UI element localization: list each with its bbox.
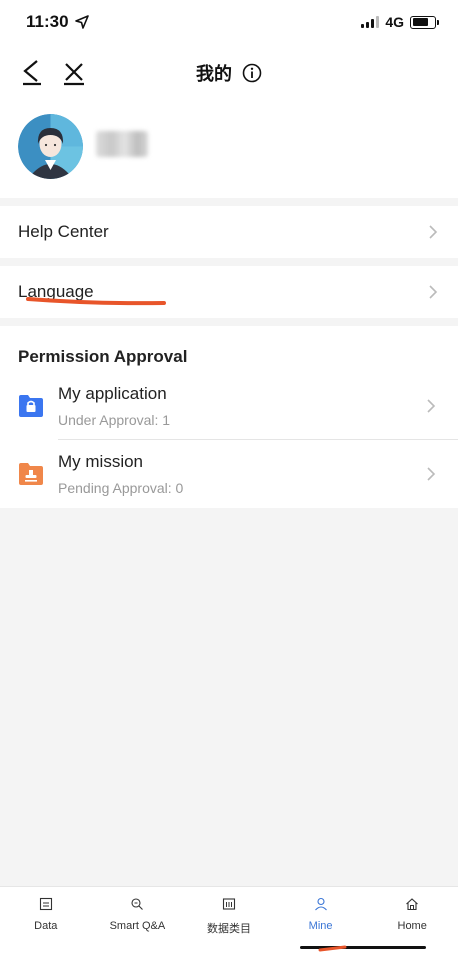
tab-label: Data [34, 920, 58, 932]
tab-bar: Data Smart Q&A 数据类目 Mine Home [0, 886, 458, 953]
under-approval-status: Under Approval: 1 [58, 412, 171, 428]
battery-icon [410, 15, 439, 29]
my-mission-label: My mission [58, 452, 144, 471]
tab-smart-qa[interactable]: Smart Q&A [92, 887, 184, 953]
nav-bar: 我的 [0, 44, 458, 100]
my-application-label: My application [58, 384, 167, 403]
my-application-item[interactable]: My application Under Approval: 1 [0, 376, 458, 440]
lock-folder-icon [19, 395, 43, 417]
nav-title-group: 我的 [0, 60, 458, 86]
smart-qa-icon [131, 898, 144, 910]
chevron-right-icon [427, 399, 436, 413]
category-icon [222, 898, 236, 910]
divider [58, 439, 458, 440]
language-item[interactable]: Language [0, 266, 458, 318]
network-type: 4G [385, 14, 404, 30]
help-center-item[interactable]: Help Center [0, 206, 458, 258]
user-icon [314, 897, 327, 911]
tab-data[interactable]: Data [0, 887, 92, 953]
section-title: Permission Approval [18, 347, 188, 366]
pending-approval-status: Pending Approval: 0 [58, 480, 184, 496]
home-icon [406, 898, 419, 911]
chevron-right-icon [427, 467, 436, 481]
status-bar: 11:30 4G [0, 0, 458, 44]
data-icon [39, 897, 52, 911]
stamp-folder-icon [19, 463, 43, 485]
annotation-mark [318, 945, 347, 952]
location-arrow-icon [74, 15, 89, 29]
avatar[interactable] [18, 114, 83, 179]
info-icon[interactable] [242, 63, 262, 83]
tab-home[interactable]: Home [366, 887, 458, 953]
tab-label: 数据类目 [206, 923, 251, 935]
chevron-right-icon [429, 285, 438, 299]
profile-section[interactable] [0, 100, 458, 198]
permission-section: Permission Approval My application Under… [0, 326, 458, 508]
tab-label: Home [397, 920, 427, 932]
annotation-underline [26, 297, 166, 306]
tab-category[interactable]: 数据类目 [183, 887, 275, 953]
tab-label: Mine [308, 920, 333, 932]
page-title: 我的 [196, 64, 232, 84]
my-mission-item[interactable]: My mission Pending Approval: 0 [0, 444, 458, 508]
clock-text: 11:30 [26, 12, 69, 31]
chevron-right-icon [429, 225, 438, 239]
help-center-label: Help Center [18, 222, 109, 241]
status-time: 11:30 [26, 12, 89, 32]
username-redacted [96, 131, 148, 157]
status-indicators: 4G [361, 14, 439, 30]
tab-label: Smart Q&A [109, 920, 166, 932]
signal-icon [361, 16, 380, 28]
